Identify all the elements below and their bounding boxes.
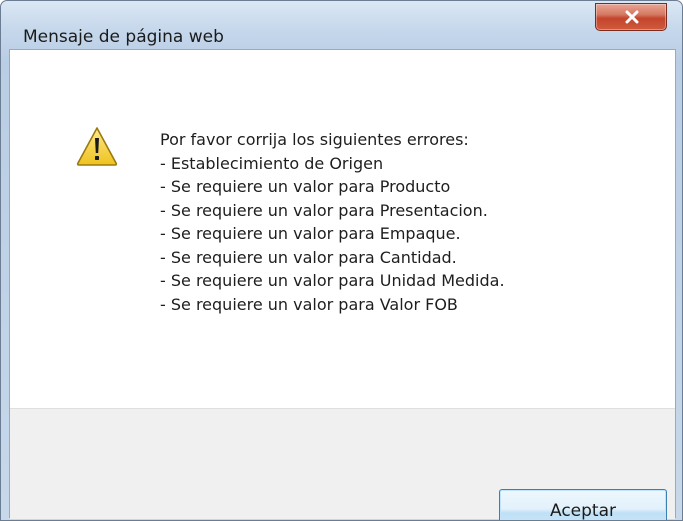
title-bar[interactable]: Mensaje de página web — [1, 1, 682, 47]
message-line: - Se requiere un valor para Presentacion… — [160, 200, 488, 220]
message-area: Por favor corrija los siguientes errores… — [10, 50, 675, 408]
close-button[interactable] — [595, 3, 667, 31]
message-dialog-window: Mensaje de página web Por favor corrija … — [0, 0, 683, 521]
message-line: - Establecimiento de Origen — [160, 153, 384, 173]
message-line: - Se requiere un valor para Empaque. — [160, 224, 461, 243]
message-line: - Se requiere un valor para Cantidad. — [160, 247, 457, 267]
dialog-title: Mensaje de página web — [23, 27, 224, 47]
message-text: Por favor corrija los siguientes errores… — [160, 128, 505, 316]
aceptar-button-label: Aceptar — [550, 501, 616, 521]
dialog-client-area: Por favor corrija los siguientes errores… — [9, 49, 676, 521]
message-line: - Se requiere un valor para Valor FOB — [160, 294, 458, 314]
close-x-icon — [625, 10, 639, 24]
warning-icon — [76, 127, 118, 166]
message-line: - Se requiere un valor para Unidad Medid… — [160, 271, 505, 290]
message-line: - Se requiere un valor para Producto — [160, 177, 451, 196]
message-line: Por favor corrija los siguientes errores… — [160, 130, 469, 149]
aceptar-button[interactable]: Aceptar — [499, 489, 667, 521]
button-bar: Aceptar — [10, 408, 675, 521]
